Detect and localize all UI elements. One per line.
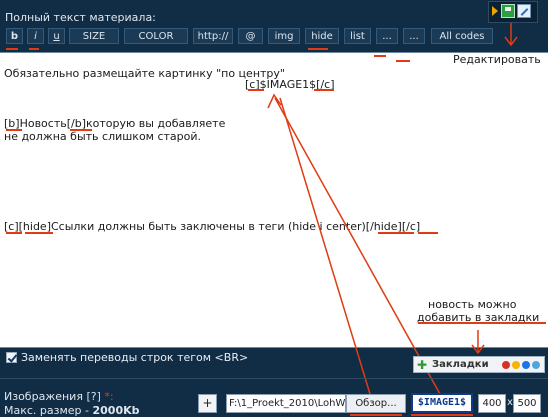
edit-icon[interactable] [517, 4, 531, 18]
content-textarea[interactable]: Обязательно размещайте картинку "по цент… [0, 52, 548, 348]
max-size-label: Макс. размер - 2000Kb [4, 404, 140, 417]
full-text-label: Полный текст материала: [5, 11, 156, 24]
annot-underline-bookmarks [418, 322, 546, 324]
image-tag-field[interactable]: $IMAGE1$ [411, 393, 473, 413]
link-button[interactable]: http:// [193, 28, 233, 44]
annot-underline-bold [6, 48, 18, 50]
image-height-field[interactable]: 500 [513, 394, 541, 413]
annot-underline-hide-open [25, 232, 53, 234]
all-codes-button[interactable]: All codes [431, 28, 493, 44]
italic-button[interactable]: i [27, 28, 44, 44]
replace-breaks-checkbox[interactable] [6, 352, 17, 363]
editor-line-1: Обязательно размещайте картинку "по цент… [4, 67, 285, 80]
annot-underline-b-open [6, 129, 22, 131]
email-button[interactable]: @ [238, 28, 263, 44]
annot-underline-italic [29, 48, 39, 50]
annot-underline-dots-2 [396, 60, 410, 62]
bookmarks-label: Закладки [432, 359, 489, 370]
images-help-link[interactable]: [?] [86, 390, 100, 403]
play-icon[interactable] [492, 6, 498, 16]
annot-underline-hide-close [378, 232, 414, 234]
annot-underline-c2-open [6, 232, 22, 234]
annot-underline-browse [350, 414, 402, 416]
bookmark-service-icon-2[interactable] [512, 361, 520, 369]
images-label: Изображения [?] *: [4, 390, 114, 403]
img-button[interactable]: img [268, 28, 300, 44]
section-divider [0, 378, 548, 379]
editor-line-4: не должна быть слишком старой. [4, 130, 202, 143]
annot-underline-dots-1 [374, 55, 386, 57]
annot-underline-b-close [70, 129, 92, 131]
editor-line-3: [b]Новость[/b]которую вы добавляете [4, 117, 226, 130]
image-width-field[interactable]: 400 [478, 394, 506, 413]
underline-button[interactable]: u [48, 28, 65, 44]
edit-annotation: Редактировать [453, 53, 541, 66]
add-image-button[interactable]: + [198, 394, 217, 413]
bookmark-service-icon-3[interactable] [522, 361, 530, 369]
annot-underline-c-open [248, 89, 264, 91]
required-marker: *: [104, 390, 114, 403]
replace-breaks-label: Заменять переводы строк тегом <BR> [21, 351, 249, 364]
list-button[interactable]: list [344, 28, 371, 44]
plus-icon: ✚ [417, 358, 428, 372]
editor-line-5: [c][hide]Ссылки должны быть заключены в … [4, 220, 421, 233]
hide-button[interactable]: hide [305, 28, 339, 44]
more-button-1[interactable]: ... [376, 28, 398, 44]
annot-underline-image-tag [411, 414, 473, 416]
annot-underline-c2-close [418, 232, 438, 234]
size-select[interactable]: SIZE [69, 28, 119, 44]
browse-button[interactable]: Обзор... [346, 394, 406, 413]
bookmark-service-icon-4[interactable] [532, 361, 540, 369]
bookmark-service-icon-1[interactable] [502, 361, 510, 369]
more-button-2[interactable]: ... [403, 28, 425, 44]
color-select[interactable]: COLOR [124, 28, 188, 44]
annot-underline-c-close [314, 89, 334, 91]
bold-button[interactable]: b [6, 28, 23, 44]
max-size-value: 2000Kb [92, 404, 140, 417]
bookmarks-annotation-1: новость можно [428, 298, 517, 311]
file-path-field[interactable]: F:\1_Proekt_2010\LohW [226, 394, 346, 413]
max-size-prefix: Макс. размер - [4, 404, 93, 417]
bookmarks-button[interactable]: ✚ Закладки [413, 356, 545, 373]
annot-underline-hide [308, 48, 328, 50]
images-label-text: Изображения [4, 390, 83, 403]
save-icon[interactable] [501, 4, 515, 18]
